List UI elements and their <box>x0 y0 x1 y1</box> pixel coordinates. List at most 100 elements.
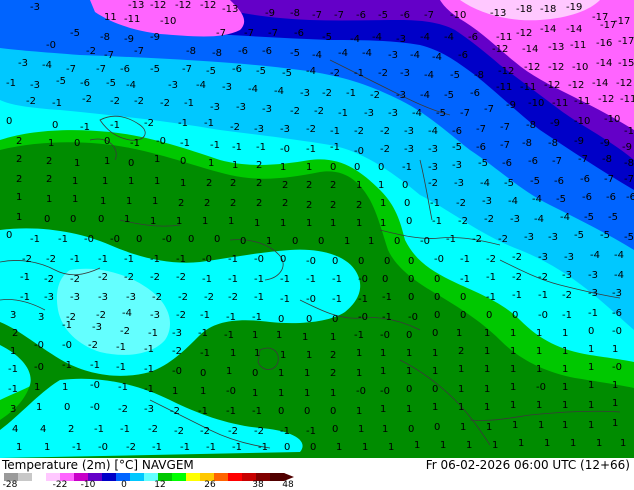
temperature-value-label: -10 <box>528 98 544 109</box>
temperature-value-label: -2 <box>228 292 238 303</box>
temperature-value-label: -3 <box>548 232 558 243</box>
temperature-value-label: -1 <box>228 254 238 265</box>
temperature-value-label: -12 <box>524 62 540 73</box>
temperature-value-label: 1 <box>486 422 492 433</box>
temperature-value-label: -3 <box>388 108 398 119</box>
temperature-value-label: -2 <box>98 272 108 283</box>
temperature-value-label: -1 <box>330 142 340 153</box>
temperature-value-label: -12 <box>616 78 632 89</box>
temperature-value-label: -4 <box>424 70 434 81</box>
temperature-value-label: -3 <box>564 252 574 263</box>
temperature-value-label: 1 <box>16 192 22 203</box>
temperature-value-label: -3 <box>126 292 136 303</box>
temperature-value-label: -1 <box>176 254 186 265</box>
temperature-value-label: -2 <box>172 346 182 357</box>
temperature-value-label: -1 <box>486 272 496 283</box>
temperature-value-label: -3 <box>70 292 80 303</box>
temperature-value-label: -18 <box>540 4 556 15</box>
temperature-value-label: 0 <box>432 328 438 339</box>
temperature-value-label: 1 <box>226 366 232 377</box>
temperature-value-label: -2 <box>120 326 130 337</box>
temperature-value-label: 2 <box>282 180 288 191</box>
temperature-value-label: -6 <box>468 32 478 43</box>
temperature-value-label: 2 <box>16 174 22 185</box>
map-canvas: -3 -13 -12 -12 -12 -1311 -11 -10-9 -8 -7 -7 -6 -5 -6-… <box>0 0 634 458</box>
temperature-value-label: -6 <box>232 64 242 75</box>
temperature-value-label: 1 <box>356 368 362 379</box>
temperature-value-label: -3 <box>210 102 220 113</box>
temperature-value-label: -5 <box>322 32 332 43</box>
temperature-value-label: 1 <box>458 384 464 395</box>
temperature-value-label: -11 <box>496 82 512 93</box>
temperature-value-label: -1 <box>90 360 100 371</box>
temperature-value-label: -9 <box>265 8 275 19</box>
temperature-value-label: 2 <box>46 174 52 185</box>
temperature-value-label: -3 <box>612 288 622 299</box>
temperature-value-label: 1 <box>588 344 594 355</box>
temperature-value-label: 0 <box>278 406 284 417</box>
temperature-value-label: -2 <box>174 426 184 437</box>
temperature-value-label: -3 <box>98 292 108 303</box>
temperature-value-label: -10 <box>574 116 590 127</box>
temperature-value-label: 0 <box>318 236 324 247</box>
temperature-value-label: -2 <box>176 310 186 321</box>
temperature-value-label: 1 <box>46 194 52 205</box>
temperature-value-label: 2 <box>230 178 236 189</box>
temperature-value-label: -1 <box>58 234 68 245</box>
temperature-value-label: -3 <box>452 160 462 171</box>
temperature-value-label: 2 <box>16 136 22 147</box>
temperature-value-label: -11 <box>620 94 634 105</box>
temperature-value-label: 1 <box>102 176 108 187</box>
temperature-value-label: -5 <box>290 48 300 59</box>
temperature-value-label: -1 <box>198 328 208 339</box>
temperature-value-label: -3 <box>396 34 406 45</box>
temperature-value-label: -4 <box>590 250 600 261</box>
temperature-value-label: -1 <box>52 98 62 109</box>
temperature-value-label: -0 <box>46 40 56 51</box>
temperature-value-label: 0 <box>406 330 412 341</box>
temperature-value-label: -12 <box>200 0 216 11</box>
temperature-value-label: -0 <box>358 274 368 285</box>
temperature-value-label: 1 <box>388 442 394 453</box>
temperature-value-label: -4 <box>532 194 542 205</box>
temperature-value-label: -4 <box>614 250 624 261</box>
temperature-value-label: 1 <box>382 424 388 435</box>
temperature-value-label: 1 <box>510 328 516 339</box>
temperature-value-label: -4 <box>614 270 624 281</box>
temperature-value-label: 0 <box>378 162 384 173</box>
temperature-value-label: 1 <box>380 198 386 209</box>
temperature-value-label: -11 <box>552 98 568 109</box>
temperature-value-label: -7 <box>216 28 226 39</box>
temperature-value-label: -3 <box>262 104 272 115</box>
temperature-value-label: -7 <box>476 124 486 135</box>
temperature-value-label: 2 <box>206 178 212 189</box>
temperature-value-label: -5 <box>436 108 446 119</box>
temperature-value-label: 1 <box>16 212 22 223</box>
temperature-value-label: 1 <box>154 176 160 187</box>
temperature-value-label: -1 <box>382 312 392 323</box>
temperature-value-label: -1 <box>20 272 30 283</box>
temperature-value-label: 1 <box>538 420 544 431</box>
temperature-value-label: 1 <box>266 236 272 247</box>
temperature-value-label: 1 <box>280 162 286 173</box>
temperature-value-label: 0 <box>64 402 70 413</box>
temperature-value-label: -3 <box>588 288 598 299</box>
temperature-value-label: 1 <box>612 398 618 409</box>
temperature-value-label: 0 <box>252 368 258 379</box>
temperature-value-label: 1 <box>562 346 568 357</box>
temperature-value-label: -3 <box>428 162 438 173</box>
temperature-value-label: -12 <box>544 80 560 91</box>
temperature-value-label: 0 <box>408 274 414 285</box>
temperature-value-label: 1 <box>278 368 284 379</box>
temperature-value-label: 1 <box>562 382 568 393</box>
temperature-value-label: -2 <box>124 272 134 283</box>
temperature-value-label: 1 <box>356 218 362 229</box>
temperature-value-label: -2 <box>148 424 158 435</box>
temperature-value-label: -0 <box>172 366 182 377</box>
temperature-value-label: -1 <box>562 310 572 321</box>
temperature-value-label: 1 <box>406 366 412 377</box>
temperature-value-label: -13 <box>490 8 506 19</box>
temperature-value-label: -1 <box>148 328 158 339</box>
temperature-map[interactable]: -3 -13 -12 -12 -12 -13 11 -11 -10 -9 -8 -7 -7 -6 -5 -6-… <box>0 0 634 458</box>
temperature-value-label: 1 <box>304 388 310 399</box>
